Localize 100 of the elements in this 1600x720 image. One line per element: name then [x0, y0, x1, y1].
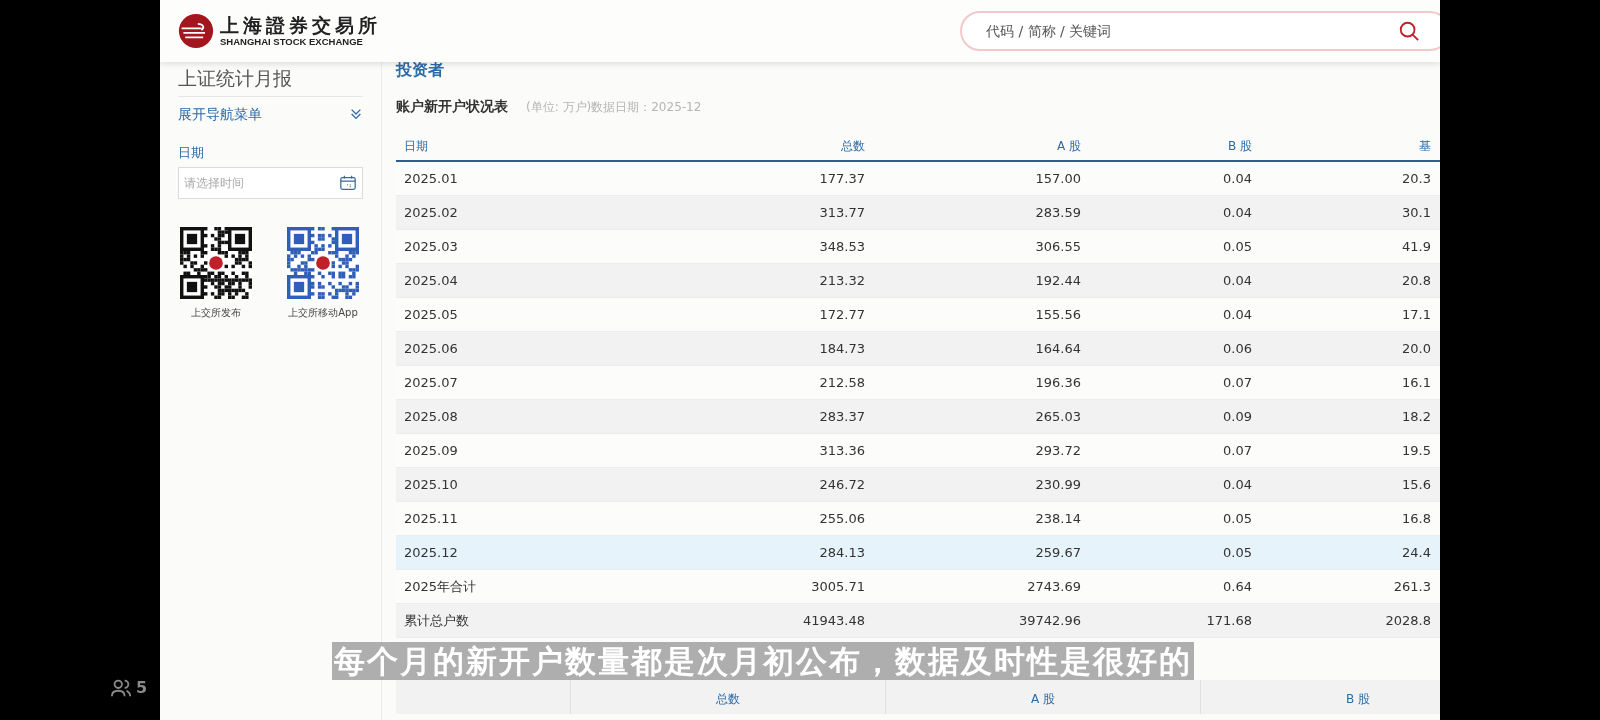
column-header: 总数 — [571, 680, 886, 714]
table-cell-text: 20.3 — [1401, 169, 1432, 188]
table-cell-text: 0.09 — [1222, 407, 1253, 426]
table-row[interactable]: 2025.04 213.32 192.44 0.04 20.8 — [396, 264, 1440, 298]
table-cell-text: 0.04 — [1222, 203, 1253, 222]
table-cell-text: 16.8 — [1401, 509, 1432, 528]
qr-caption: 上交所移动App — [288, 305, 358, 320]
table-cell-text: 246.72 — [818, 475, 866, 494]
table-cell-text: 255.06 — [818, 509, 866, 528]
table-row[interactable]: 2025.08 283.37 265.03 0.09 18.2 — [396, 400, 1440, 434]
table-cell-text: 265.03 — [1034, 407, 1082, 426]
table-cell-text: 212.58 — [818, 373, 866, 392]
table-cell-text: 41.9 — [1401, 237, 1432, 256]
column-header: 日期 — [403, 138, 429, 155]
column-header: A 股 — [1055, 138, 1082, 155]
date-label: 日期 — [178, 144, 205, 162]
table-cell-text: 0.04 — [1222, 169, 1253, 188]
table-cell-text: 16.1 — [1401, 373, 1432, 392]
column-header: B 股 — [1201, 680, 1440, 714]
table-cell-text: 2025.02 — [403, 203, 459, 222]
table-cell-text: 313.77 — [818, 203, 866, 222]
table-cell-text: 3005.71 — [810, 577, 866, 596]
table-cell-text: 2025年合计 — [403, 577, 478, 596]
table-cell-text: 2025.08 — [403, 407, 459, 426]
table-cell-text: 177.37 — [818, 169, 866, 188]
table-cell-text: 230.99 — [1034, 475, 1082, 494]
table-cell-text: 284.13 — [818, 543, 866, 562]
table-cell-text: 293.72 — [1034, 441, 1082, 460]
table-cell-text: 213.32 — [818, 271, 866, 290]
sidebar-title: 上证统计月报 — [178, 66, 293, 91]
people-icon — [110, 677, 132, 699]
table-cell-text: 157.00 — [1034, 169, 1082, 188]
table-cell-text: 2025.09 — [403, 441, 459, 460]
search-field[interactable]: 代码 / 简称 / 关键词 — [960, 11, 1440, 51]
table-cell-text: 259.67 — [1034, 543, 1082, 562]
table-cell-text: 184.73 — [818, 339, 866, 358]
logo-subtitle: SHANGHAI STOCK EXCHANGE — [220, 36, 364, 47]
video-subtitle: 每个月的新开户数量都是次月初公布，数据及时性是很好的 — [332, 642, 1194, 680]
table-cell-text: 15.6 — [1401, 475, 1432, 494]
calendar-icon[interactable] — [339, 173, 357, 192]
viewer-count: 5 — [136, 677, 148, 699]
table-title: 账户新开户状况表 — [396, 97, 508, 116]
section-title: 投资者 — [396, 59, 445, 81]
logo-name: 上海證券交易所 — [220, 15, 381, 35]
table-row[interactable]: 2025.02 313.77 283.59 0.04 30.1 — [396, 196, 1440, 230]
table-cell-text: 20.0 — [1401, 339, 1432, 358]
table-cell-text: 0.04 — [1222, 305, 1253, 324]
table-cell-text: 172.77 — [818, 305, 866, 324]
table-cell-text: 2025.04 — [403, 271, 459, 290]
table-cell-text: 155.56 — [1034, 305, 1082, 324]
table-cell-text: 2025.07 — [403, 373, 459, 392]
table-cell-text: 306.55 — [1034, 237, 1082, 256]
table-cell-text: 2025.11 — [403, 509, 459, 528]
table-cell-text: 283.37 — [818, 407, 866, 426]
column-header: A 股 — [886, 680, 1201, 714]
table-cell-text: 196.36 — [1034, 373, 1082, 392]
column-header: 总数 — [840, 138, 866, 155]
table-cell-text: 0.07 — [1222, 441, 1253, 460]
table-cell-text: 2743.69 — [1026, 577, 1082, 596]
nav-toggle[interactable]: 展开导航菜单 — [178, 97, 363, 131]
column-header: B 股 — [1226, 138, 1253, 155]
table-cell-text: 24.4 — [1401, 543, 1432, 562]
table-cell-text: 238.14 — [1034, 509, 1082, 528]
table-cell-text: 313.36 — [818, 441, 866, 460]
table-cell-text: 261.3 — [1392, 577, 1432, 596]
table-cell-text: 0.05 — [1222, 237, 1253, 256]
table-cell-text: 18.2 — [1401, 407, 1432, 426]
chevron-down-icon — [349, 107, 363, 121]
table-cell-text: 0.04 — [1222, 271, 1253, 290]
table-cell-text: 20.8 — [1401, 271, 1432, 290]
table-cell-text: 0.05 — [1222, 509, 1253, 528]
search-icon[interactable] — [1398, 20, 1420, 42]
table-cell-text: 2025.12 — [403, 543, 459, 562]
table-cell-text: 283.59 — [1034, 203, 1082, 222]
qr-caption: 上交所发布 — [191, 305, 241, 320]
table-cell-text: 39742.96 — [1017, 611, 1082, 630]
table-cell-text: 累计总户数 — [403, 611, 470, 630]
table-cell-text: 348.53 — [818, 237, 866, 256]
date-field[interactable]: 请选择时间 — [178, 166, 363, 199]
table-cell-text: 2025.06 — [403, 339, 459, 358]
column-header: 基 — [1418, 138, 1432, 155]
table-cell-text: 17.1 — [1401, 305, 1432, 324]
table-cell-text: 0.06 — [1222, 339, 1253, 358]
table-cell-text: 19.5 — [1401, 441, 1432, 460]
table-cell-text: 2025.03 — [403, 237, 459, 256]
logo-icon — [178, 13, 214, 49]
table-row[interactable]: 2025.12 284.13 259.67 0.05 24.4 — [396, 536, 1440, 570]
table-cell-text: 192.44 — [1034, 271, 1082, 290]
table-row[interactable]: 2025.06 184.73 164.64 0.06 20.0 — [396, 332, 1440, 366]
table-cell-text: 0.04 — [1222, 475, 1253, 494]
table-cell-text: 2028.8 — [1384, 611, 1432, 630]
table-cell-text: 164.64 — [1034, 339, 1082, 358]
table-cell-text: 41943.48 — [801, 611, 866, 630]
table-cell-text: 30.1 — [1401, 203, 1432, 222]
table-cell-text: 2025.01 — [403, 169, 459, 188]
table-row[interactable]: 2025.10 246.72 230.99 0.04 15.6 — [396, 468, 1440, 502]
table-cell-text: 171.68 — [1205, 611, 1253, 630]
table-cell-text: 0.07 — [1222, 373, 1253, 392]
table-row[interactable]: 累计总户数 41943.48 39742.96 171.68 2028.8 — [396, 604, 1440, 638]
table-cell-text: 2025.05 — [403, 305, 459, 324]
